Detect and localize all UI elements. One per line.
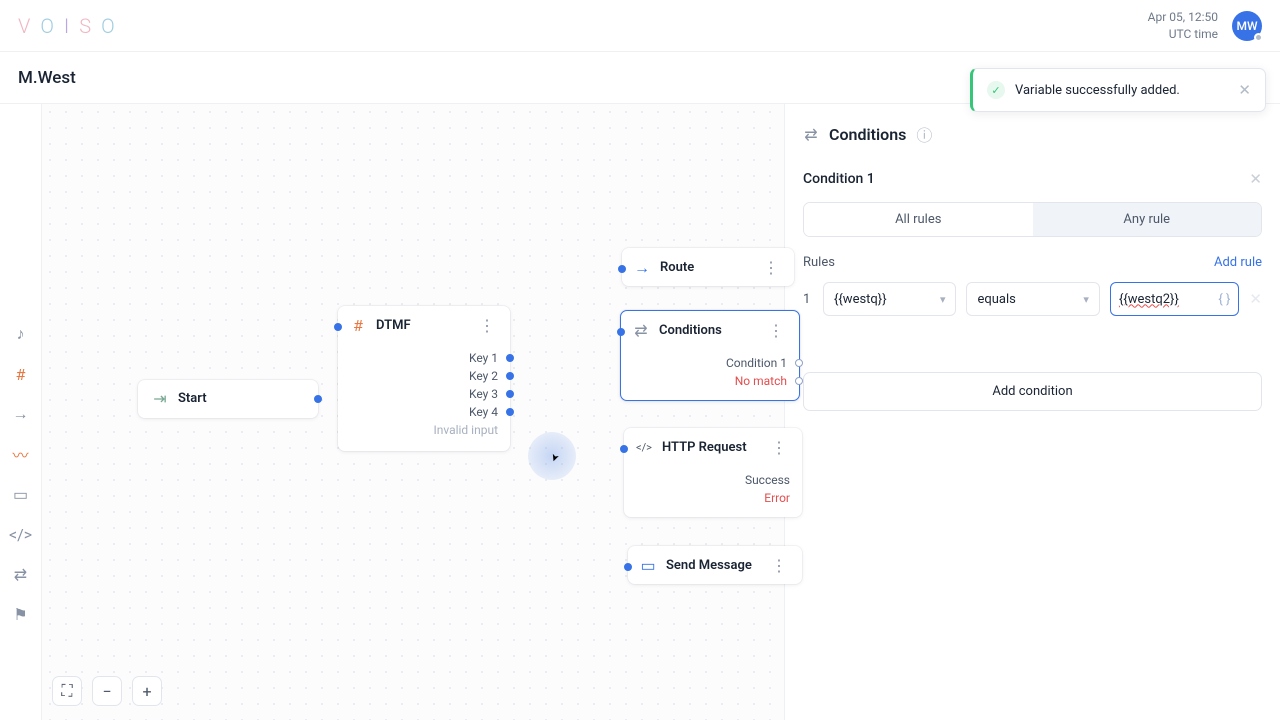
- condition-name: Condition 1: [803, 171, 875, 187]
- node-row: Key 4: [338, 403, 510, 421]
- rule-operator-select[interactable]: equals ▾: [966, 282, 1099, 316]
- chat-icon[interactable]: ▭: [11, 484, 31, 504]
- flow-title: M.West: [18, 68, 76, 88]
- hash-icon[interactable]: #: [11, 364, 31, 384]
- node-conditions[interactable]: ⇄ Conditions ⋮ Condition 1 No match: [620, 310, 800, 401]
- toast-message: Variable successfully added.: [1015, 83, 1228, 98]
- branch-icon[interactable]: ⇄: [11, 564, 31, 584]
- code-icon[interactable]: </>: [11, 524, 31, 544]
- rule-value-input[interactable]: {{westq2}} { }: [1110, 282, 1239, 316]
- chevron-down-icon: ▾: [940, 293, 946, 306]
- tab-all-rules[interactable]: All rules: [804, 203, 1033, 236]
- node-toolbar: ♪ # → 〰 ▭ </> ⇄ ⚑: [0, 104, 42, 720]
- connections: [42, 104, 342, 254]
- node-row: Key 1: [338, 349, 510, 367]
- rules-mode-toggle: All rules Any rule: [803, 202, 1262, 237]
- more-icon[interactable]: ⋮: [476, 316, 498, 335]
- check-icon: ✓: [987, 81, 1005, 99]
- node-start[interactable]: ⇥ Start: [138, 380, 318, 418]
- zoom-out-button[interactable]: −: [92, 676, 122, 706]
- node-row: No match: [621, 372, 799, 390]
- port-in[interactable]: [334, 323, 342, 331]
- add-rule-button[interactable]: Add rule: [1214, 255, 1262, 270]
- flow-canvas[interactable]: ⛶ − + ⇥ Start # DTMF ⋮ Key 1 Key 2 Key 3: [42, 104, 784, 720]
- node-http[interactable]: </> HTTP Request ⋮ Success Error: [624, 428, 802, 517]
- port-in[interactable]: [620, 445, 628, 453]
- date-label: Apr 05, 12:50: [1148, 9, 1218, 26]
- conditions-panel: ⇄ Conditions ⓘ Condition 1 ✕ All rules A…: [784, 104, 1280, 720]
- chat-icon: ▭: [640, 558, 656, 574]
- close-icon[interactable]: ✕: [1249, 290, 1262, 308]
- braces-icon[interactable]: { }: [1218, 292, 1230, 307]
- arrow-icon[interactable]: →: [11, 404, 31, 424]
- add-condition-button[interactable]: Add condition: [803, 372, 1262, 411]
- node-dtmf[interactable]: # DTMF ⋮ Key 1 Key 2 Key 3 Key 4 Invalid…: [338, 306, 510, 451]
- node-row: Error: [624, 489, 802, 507]
- zoom-controls: ⛶ − +: [52, 676, 162, 706]
- panel-title: Conditions: [829, 125, 906, 144]
- music-icon[interactable]: ♪: [11, 324, 31, 344]
- more-icon[interactable]: ⋮: [768, 438, 790, 457]
- port-in[interactable]: [617, 328, 625, 336]
- node-row: Success: [624, 471, 802, 489]
- rule-row: 1 {{westq}} ▾ equals ▾ {{westq2}} { } ✕: [803, 282, 1262, 316]
- fullscreen-button[interactable]: ⛶: [52, 676, 82, 706]
- logo: VOISO: [18, 14, 121, 38]
- port-out[interactable]: [506, 372, 514, 380]
- node-row: Condition 1: [621, 354, 799, 372]
- node-row: Invalid input: [338, 421, 510, 439]
- port-out[interactable]: [314, 395, 322, 403]
- chevron-down-icon: ▾: [1083, 293, 1089, 306]
- close-icon[interactable]: ✕: [1238, 81, 1251, 99]
- avatar[interactable]: MW: [1232, 11, 1262, 41]
- port-out[interactable]: [506, 408, 514, 416]
- rule-number: 1: [803, 292, 813, 307]
- hash-icon: #: [350, 318, 366, 334]
- toast-success: ✓ Variable successfully added. ✕: [970, 68, 1266, 112]
- cursor-highlight: [528, 432, 576, 480]
- tz-label: UTC time: [1148, 26, 1218, 43]
- start-icon: ⇥: [152, 390, 168, 406]
- branch-icon: ⇄: [803, 126, 819, 142]
- more-icon[interactable]: ⋮: [760, 258, 782, 277]
- port-in[interactable]: [624, 563, 632, 571]
- arrow-icon: →: [634, 260, 650, 276]
- rule-variable-select[interactable]: {{westq}} ▾: [823, 282, 956, 316]
- branch-icon: ⇄: [633, 323, 649, 339]
- info-icon[interactable]: ⓘ: [916, 122, 932, 146]
- top-header: VOISO Apr 05, 12:50 UTC time MW: [0, 0, 1280, 52]
- signal-icon[interactable]: 〰: [11, 444, 31, 464]
- node-row: Key 2: [338, 367, 510, 385]
- port-out[interactable]: [506, 354, 514, 362]
- node-send-message[interactable]: ▭ Send Message ⋮: [628, 546, 802, 584]
- node-route[interactable]: → Route ⋮: [622, 248, 794, 286]
- port-out[interactable]: [506, 390, 514, 398]
- more-icon[interactable]: ⋮: [765, 321, 787, 340]
- time-info: Apr 05, 12:50 UTC time: [1148, 9, 1218, 43]
- tab-any-rule[interactable]: Any rule: [1033, 203, 1262, 236]
- flag-icon[interactable]: ⚑: [11, 604, 31, 624]
- port-in[interactable]: [618, 265, 626, 273]
- port-out[interactable]: [795, 359, 803, 367]
- node-row: Key 3: [338, 385, 510, 403]
- more-icon[interactable]: ⋮: [768, 556, 790, 575]
- port-out[interactable]: [795, 377, 803, 385]
- rules-label: Rules: [803, 255, 835, 270]
- zoom-in-button[interactable]: +: [132, 676, 162, 706]
- code-icon: </>: [636, 440, 652, 456]
- close-icon[interactable]: ✕: [1249, 170, 1262, 188]
- status-dot: [1254, 33, 1263, 42]
